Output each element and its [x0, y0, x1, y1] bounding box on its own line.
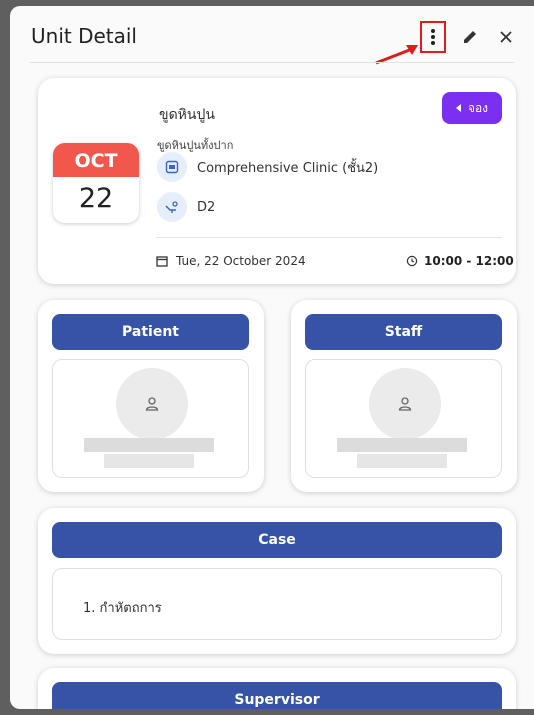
- patient-card: Patient: [38, 300, 264, 492]
- staff-card: Staff: [291, 300, 517, 492]
- close-button[interactable]: [494, 24, 518, 50]
- unit-detail-panel: Unit Detail OCT 22 ขูดหินปูน จอง ขูดหินป…: [10, 6, 534, 709]
- user-icon: [145, 397, 159, 411]
- more-vertical-icon: [431, 29, 435, 45]
- date-day: 22: [78, 183, 114, 214]
- service-name: ขูดหินปูน: [159, 107, 215, 123]
- patient-box[interactable]: [52, 359, 249, 478]
- case-card: Case 1. กำหัตถการ: [38, 508, 516, 654]
- case-header: Case: [52, 522, 502, 558]
- staff-name-redacted: [337, 438, 467, 452]
- patient-name-redacted: [84, 438, 214, 452]
- user-icon: [398, 397, 412, 411]
- info-divider: [156, 237, 502, 238]
- unit-code: D2: [197, 199, 216, 215]
- staff-id-redacted: [357, 454, 447, 468]
- supervisor-header: Supervisor: [52, 682, 502, 709]
- page-title: Unit Detail: [31, 24, 137, 48]
- clinic-name: Comprehensive Clinic (ชั้น2): [197, 160, 379, 176]
- clinic-row: Comprehensive Clinic (ชั้น2): [157, 152, 378, 182]
- header-divider: [30, 62, 514, 63]
- supervisor-card: Supervisor: [38, 668, 516, 709]
- panel-header: Unit Detail: [10, 6, 534, 65]
- booking-label: จอง: [467, 100, 489, 115]
- appointment-date-text: Tue, 22 October 2024: [176, 254, 306, 268]
- patient-avatar: [116, 368, 188, 440]
- edit-button[interactable]: [458, 24, 482, 50]
- patient-id-redacted: [104, 454, 194, 468]
- case-box: 1. กำหัตถการ: [52, 568, 502, 640]
- staff-header: Staff: [305, 314, 502, 350]
- appointment-time-text: 10:00 - 12:00: [424, 254, 514, 268]
- patient-header: Patient: [52, 314, 249, 350]
- case-item: 1. กำหัตถการ: [83, 601, 162, 616]
- appointment-date: Tue, 22 October 2024: [156, 254, 306, 268]
- dental-chair-icon: [157, 192, 187, 222]
- booking-button[interactable]: จอง: [442, 92, 502, 124]
- date-badge: OCT 22: [53, 143, 139, 223]
- annotation-arrow-icon: [375, 45, 418, 65]
- clinic-icon: [157, 152, 187, 182]
- more-options-button[interactable]: [420, 21, 446, 53]
- staff-avatar: [369, 368, 441, 440]
- close-icon: [500, 31, 512, 43]
- unit-row: D2: [157, 192, 215, 222]
- staff-box[interactable]: [305, 359, 502, 478]
- clock-icon: [406, 255, 418, 267]
- appointment-card: OCT 22 ขูดหินปูน จอง ขูดหินปูนทั้งปาก Co…: [38, 78, 516, 284]
- pencil-icon: [464, 31, 476, 43]
- caret-left-icon: [455, 104, 461, 112]
- date-month: OCT: [53, 143, 139, 177]
- appointment-time: 10:00 - 12:00: [406, 254, 514, 268]
- calendar-icon: [156, 256, 168, 267]
